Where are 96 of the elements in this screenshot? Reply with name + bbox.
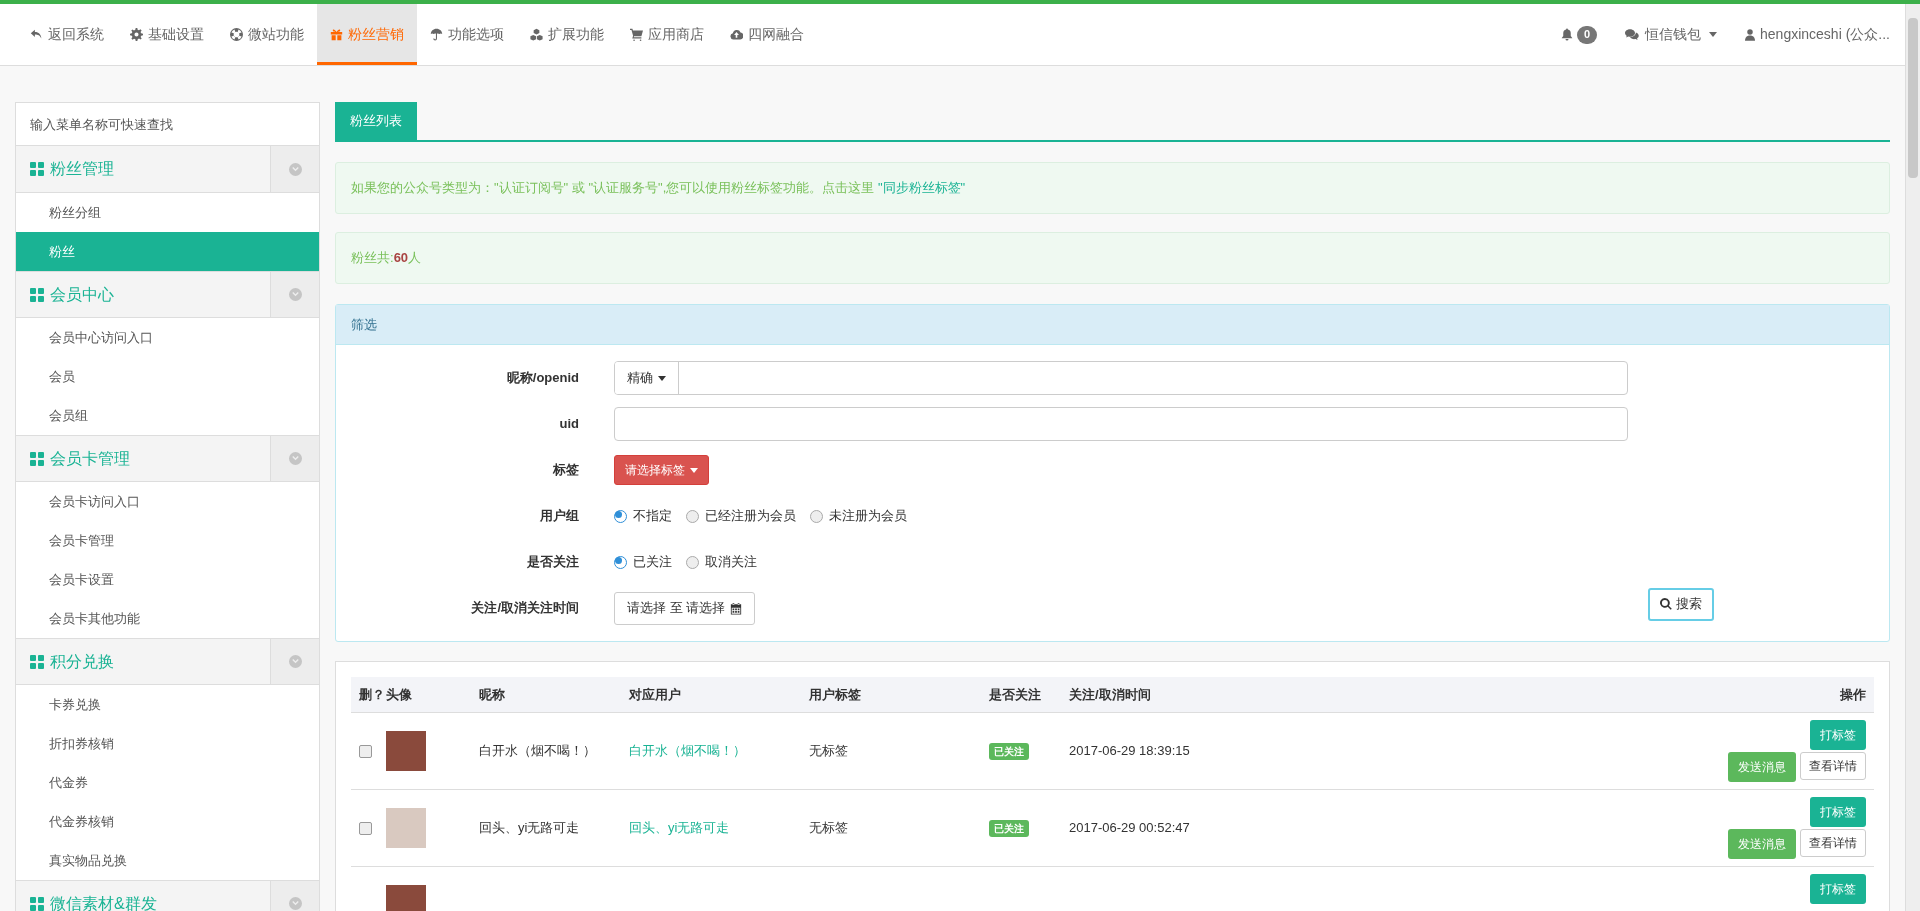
caret-icon <box>690 467 698 473</box>
row-checkbox[interactable] <box>359 744 372 758</box>
grid-icon <box>30 287 44 302</box>
field-label: 用户组 <box>540 507 579 526</box>
radio-button[interactable] <box>614 555 627 569</box>
umbrella-icon <box>430 28 443 41</box>
chevron-down-icon <box>288 655 302 668</box>
menu-item[interactable]: 会员卡访问入口 <box>16 482 319 521</box>
input-field[interactable] <box>614 407 1628 441</box>
time-text: 2017-06-29 00:52:47 <box>1069 820 1190 836</box>
column-header: 删？ <box>359 685 386 704</box>
column-header: 关注/取消时间 <box>1069 685 1152 704</box>
field-label: 标签 <box>553 461 579 480</box>
chevron-down-icon <box>288 288 302 301</box>
status-badge: 已关注 <box>989 743 1029 761</box>
column-header: 是否关注 <box>989 685 1042 704</box>
column-header: 昵称 <box>479 685 506 704</box>
user-icon <box>1745 28 1756 41</box>
tag-text: 无标签 <box>809 820 848 836</box>
caret-icon <box>1709 32 1718 37</box>
tag-text: 无标签 <box>809 743 848 759</box>
nav-tab[interactable]: 功能选项 <box>417 4 517 65</box>
menu-item[interactable]: 折扣券核销 <box>16 724 319 763</box>
radio-button[interactable] <box>810 509 823 523</box>
radio-button[interactable] <box>614 509 627 523</box>
column-header: 头像 <box>386 685 413 704</box>
radio-label: 已关注 <box>633 553 672 572</box>
chevron-down-icon <box>288 452 302 465</box>
menu-item[interactable]: 会员卡管理 <box>16 521 319 560</box>
field-label: 关注/取消关注时间 <box>471 599 579 618</box>
lifebuoy-icon <box>230 28 243 41</box>
column-header: 用户标签 <box>809 685 862 704</box>
photo-placeholder <box>386 808 426 848</box>
nav-tab[interactable]: 四网融合 <box>717 4 817 65</box>
nickname-search-field[interactable]: 精确 <box>614 361 1628 395</box>
shopping-cart-icon <box>630 28 643 41</box>
column-header: 操作 <box>1839 685 1866 704</box>
notice-text: 如果您的公众号类型为："认证订阅号" 或 "认证服务号",您可以使用粉丝标签功能。点击这里 "同步粉丝标签" <box>351 179 966 198</box>
bell-icon <box>1561 28 1574 41</box>
chevron-down-icon <box>288 897 302 910</box>
radio-label: 不指定 <box>633 507 672 526</box>
nav-tab[interactable]: 微站功能 <box>217 4 317 65</box>
calendar-icon <box>730 601 743 615</box>
field-label: uid <box>559 415 579 434</box>
chat-bubbles-icon <box>1625 28 1641 41</box>
menu-item[interactable]: 会员 <box>16 357 319 396</box>
menu-item[interactable]: 卡券兑换 <box>16 685 319 724</box>
nav-tab[interactable]: 应用商店 <box>617 4 717 65</box>
grid-icon <box>30 654 44 669</box>
menu-item[interactable]: 代金券 <box>16 763 319 802</box>
column-header: 对应用户 <box>629 685 682 704</box>
time-text: 2017-06-29 18:39:15 <box>1069 743 1190 759</box>
view-details-button[interactable]: 查看详情 <box>1800 829 1866 857</box>
menu-item[interactable]: 会员卡设置 <box>16 560 319 599</box>
status-badge: 已关注 <box>989 820 1029 838</box>
field-label: 昵称/openid <box>506 369 579 388</box>
menu-item[interactable]: 会员卡其他功能 <box>16 599 319 638</box>
menu-item[interactable]: 粉丝分组 <box>16 193 319 232</box>
grid-icon <box>30 896 44 911</box>
nickname-text: 白开水（烟不喝！） <box>479 743 596 759</box>
grid-icon <box>30 162 44 176</box>
wallet-menu[interactable]: 恒信钱包 <box>1625 24 1718 45</box>
search-icon <box>1660 598 1672 610</box>
grid-icon <box>30 451 44 466</box>
menu-item[interactable]: 真实物品兑换 <box>16 841 319 880</box>
view-details-button[interactable]: 查看详情 <box>1800 752 1866 780</box>
gift-icon <box>330 28 343 41</box>
menu-search-field[interactable]: 输入菜单名称可快速查找 <box>16 103 319 146</box>
match-mode-dropdown[interactable]: 精确 <box>615 362 679 394</box>
nav-tab[interactable]: 基础设置 <box>117 4 217 65</box>
radio-label: 取消关注 <box>705 553 757 572</box>
fan-count-text: 粉丝共:60人 <box>351 249 422 268</box>
menu-item[interactable]: 会员组 <box>16 396 319 435</box>
tag-select-dropdown[interactable]: 请选择标签 <box>614 455 709 485</box>
cubes-icon <box>530 28 543 41</box>
chevron-down-icon <box>288 162 302 176</box>
radio-label: 未注册为会员 <box>829 507 907 526</box>
nickname-text: 回头、yi无路可走 <box>479 820 580 836</box>
nav-tab[interactable]: 扩展功能 <box>517 4 617 65</box>
radio-label: 已经注册为会员 <box>705 507 796 526</box>
gear-icon <box>130 28 143 41</box>
menu-item[interactable]: 代金券核销 <box>16 802 319 841</box>
photo-placeholder <box>386 731 426 771</box>
radio-button[interactable] <box>686 555 699 569</box>
field-label: 是否关注 <box>527 553 579 572</box>
panel-title: 筛选 <box>351 315 377 334</box>
user-menu[interactable]: hengxinceshi (公众... <box>1745 24 1890 45</box>
notification-badge[interactable]: 0 <box>1577 25 1598 44</box>
cloud-upload-icon <box>730 28 743 41</box>
nav-tab[interactable]: 返回系统 <box>17 4 117 65</box>
date-range-picker[interactable]: 请选择 至 请选择 <box>614 591 756 625</box>
row-checkbox[interactable] <box>359 821 372 835</box>
radio-button[interactable] <box>686 509 699 523</box>
caret-icon <box>658 375 666 381</box>
search-button[interactable]: 搜索 <box>1648 587 1714 621</box>
menu-item[interactable]: 会员中心访问入口 <box>16 318 319 357</box>
